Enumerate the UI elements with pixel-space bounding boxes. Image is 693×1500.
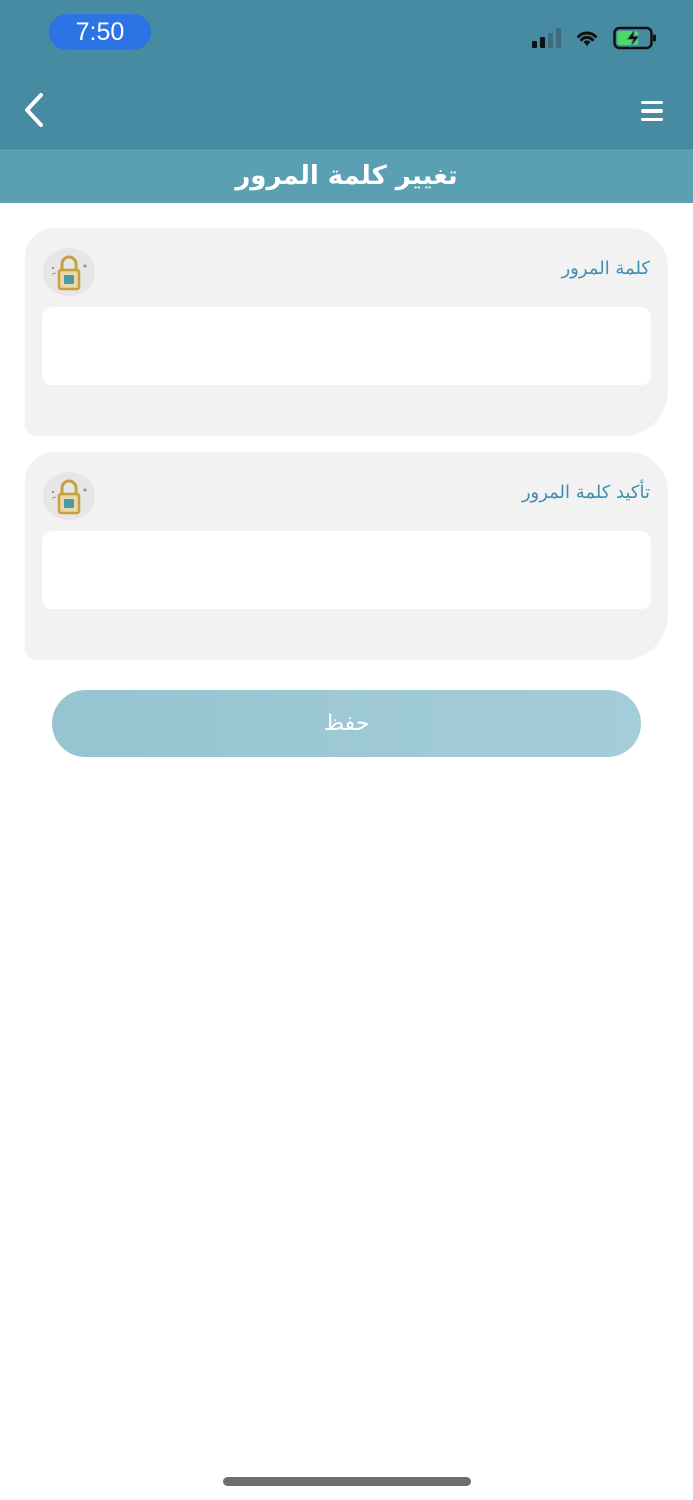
status-icons (532, 25, 657, 51)
password-card: كلمة المرور (25, 228, 668, 436)
confirm-password-label: تأكيد كلمة المرور (521, 482, 650, 503)
home-indicator[interactable] (223, 1477, 471, 1486)
page-title-bar: تغيير كلمة المرور (0, 148, 693, 203)
page-title: تغيير كلمة المرور (235, 161, 458, 191)
padlock-icon (43, 472, 95, 520)
battery-charging-icon (613, 26, 656, 50)
hamburger-menu-icon[interactable] (637, 96, 667, 126)
app-header: 7:50 (0, 0, 693, 148)
cellular-signal-icon (532, 28, 561, 48)
confirm-password-card: تأكيد كلمة المرور (25, 452, 668, 660)
wifi-icon (577, 31, 597, 46)
chevron-left-icon (25, 93, 43, 127)
status-time: 7:50 (49, 14, 151, 50)
password-input[interactable] (42, 307, 651, 385)
back-button[interactable] (14, 90, 54, 130)
confirm-password-input[interactable] (42, 531, 651, 609)
save-button[interactable]: حفظ (52, 690, 641, 757)
password-label: كلمة المرور (561, 258, 650, 279)
padlock-icon (43, 248, 95, 296)
